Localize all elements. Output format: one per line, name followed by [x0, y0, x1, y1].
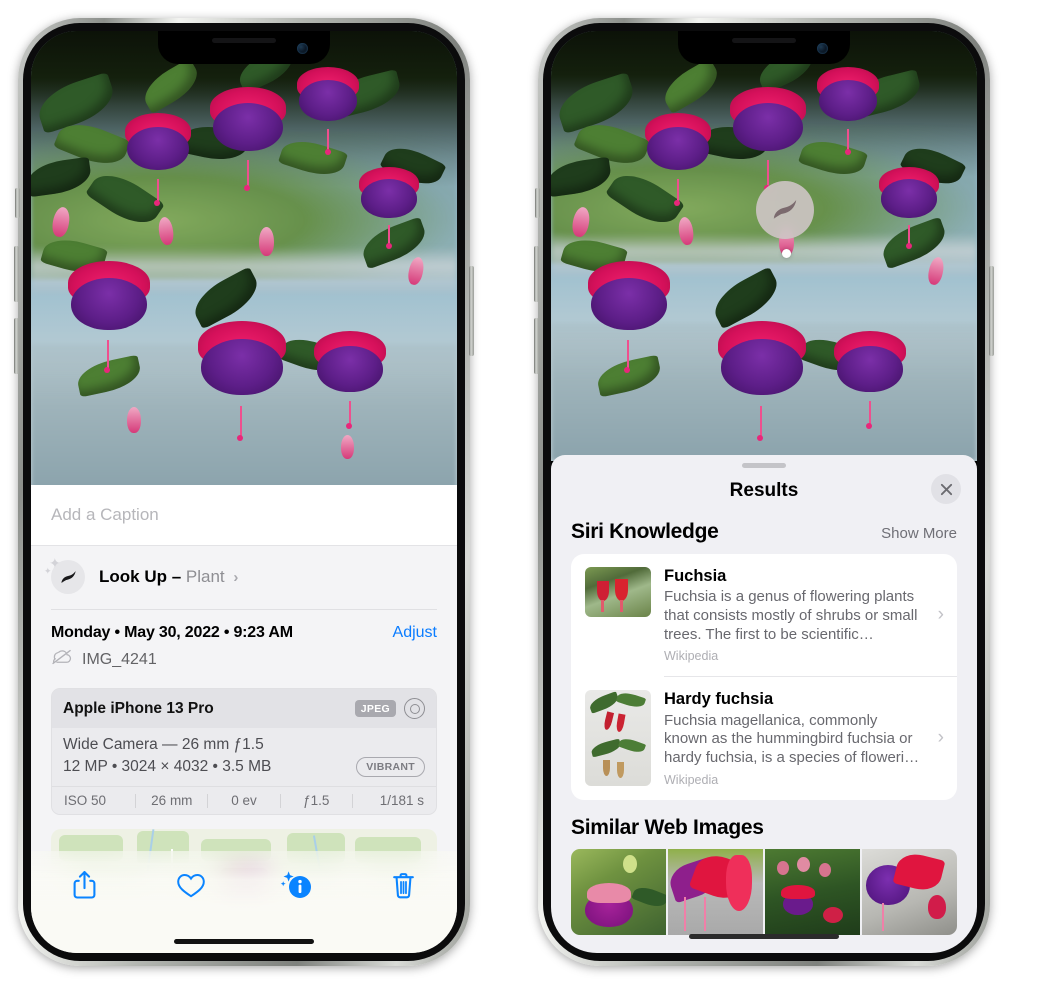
power-button[interactable] — [989, 266, 994, 356]
chevron-right-icon: › — [937, 727, 944, 749]
visual-lookup-results-sheet: Results Siri Knowledge Show More Fuchsia… — [551, 455, 977, 953]
home-indicator[interactable] — [689, 934, 839, 939]
phone-screen-left: Add a Caption ✦ ✦ Look Up – Plant › Mond… — [31, 31, 457, 953]
close-icon — [940, 483, 952, 495]
earpiece-speaker — [212, 38, 276, 43]
phone-right: Results Siri Knowledge Show More Fuchsia… — [534, 18, 994, 966]
exif-card[interactable]: Apple iPhone 13 Pro JPEG Wide Camera — 2… — [51, 688, 437, 815]
web-image-2[interactable] — [668, 848, 763, 935]
knowledge-title: Fuchsia — [664, 567, 727, 585]
knowledge-card: Fuchsia Fuchsia is a genus of flowering … — [571, 554, 957, 800]
knowledge-thumbnail — [585, 567, 651, 617]
knowledge-description: Fuchsia is a genus of flowering plants t… — [664, 588, 918, 643]
leaf-badge-icon[interactable] — [756, 181, 814, 239]
mute-switch[interactable] — [15, 188, 20, 218]
list-item[interactable]: Hardy fuchsia Fuchsia magellanica, commo… — [571, 677, 957, 799]
phone-left: Add a Caption ✦ ✦ Look Up – Plant › Mond… — [14, 18, 474, 966]
power-button[interactable] — [469, 266, 474, 356]
exif-stats-row: ISO 50 26 mm 0 ev ƒ1.5 1/181 s — [52, 786, 436, 814]
home-indicator[interactable] — [174, 939, 314, 944]
volume-down-button[interactable] — [534, 318, 539, 374]
chevron-right-icon: › — [233, 569, 239, 586]
leaf-badge-anchor-dot — [782, 249, 791, 258]
style-badge: VIBRANT — [356, 757, 425, 777]
web-image-3[interactable] — [765, 848, 860, 935]
adjust-button[interactable]: Adjust — [393, 624, 437, 642]
mute-switch[interactable] — [535, 188, 540, 218]
list-item[interactable]: Fuchsia Fuchsia is a genus of flowering … — [571, 554, 957, 676]
exif-lens-line: Wide Camera — 26 mm ƒ1.5 — [63, 736, 264, 753]
photo-filename: IMG_4241 — [82, 650, 157, 668]
knowledge-source: Wikipedia — [664, 649, 719, 664]
exif-stat-iso: ISO 50 — [64, 793, 107, 808]
siri-knowledge-title: Siri Knowledge — [571, 520, 719, 543]
photo-info-sheet: Add a Caption ✦ ✦ Look Up – Plant › Mond… — [31, 485, 457, 953]
volume-up-button[interactable] — [534, 246, 539, 302]
show-more-button[interactable]: Show More — [881, 525, 957, 542]
lens-icon — [404, 698, 425, 719]
sparkle-small-icon: ✦ — [44, 566, 52, 576]
volume-down-button[interactable] — [14, 318, 19, 374]
exif-stat-focal: 26 mm — [151, 793, 193, 808]
earpiece-speaker — [732, 38, 796, 43]
icloud-slash-icon — [51, 649, 73, 670]
favorite-button[interactable] — [165, 865, 217, 905]
chevron-right-icon: › — [937, 604, 944, 626]
close-button[interactable] — [931, 474, 961, 504]
results-title: Results — [729, 480, 799, 501]
front-camera-icon — [297, 43, 308, 54]
front-camera-icon — [817, 43, 828, 54]
lookup-row[interactable]: ✦ ✦ Look Up – Plant › — [31, 546, 457, 609]
device-notch — [678, 31, 850, 64]
web-image-4[interactable] — [862, 848, 957, 935]
delete-button[interactable] — [378, 865, 430, 905]
exif-stat-aperture: ƒ1.5 — [303, 793, 330, 808]
caption-input[interactable]: Add a Caption — [31, 485, 457, 546]
knowledge-thumbnail — [585, 690, 651, 787]
exif-size-line: 12 MP • 3024 × 4032 • 3.5 MB — [63, 758, 272, 775]
phone-screen-right: Results Siri Knowledge Show More Fuchsia… — [551, 31, 977, 953]
screenshot-canvas: Add a Caption ✦ ✦ Look Up – Plant › Mond… — [0, 0, 1055, 985]
photo-toolbar — [31, 851, 457, 953]
knowledge-description: Fuchsia magellanica, commonly known as t… — [664, 711, 920, 766]
web-image-1[interactable] — [571, 848, 666, 935]
volume-up-button[interactable] — [14, 246, 19, 302]
lookup-label: Look Up – Plant › — [99, 567, 238, 587]
photo-viewer[interactable] — [551, 31, 977, 461]
photo-viewer[interactable] — [31, 31, 457, 491]
device-notch — [158, 31, 330, 64]
lookup-title: Look Up – — [99, 567, 182, 586]
similar-web-images-title: Similar Web Images — [571, 815, 764, 839]
photo-date: Monday • May 30, 2022 • 9:23 AM — [51, 624, 293, 641]
knowledge-source: Wikipedia — [664, 772, 719, 787]
similar-web-images-strip[interactable] — [551, 848, 977, 935]
exif-device: Apple iPhone 13 Pro — [63, 699, 214, 717]
share-button[interactable] — [58, 865, 110, 905]
photo-metadata: Monday • May 30, 2022 • 9:23 AM Adjust I… — [31, 610, 457, 676]
results-header: Results — [551, 468, 977, 514]
exif-stat-ev: 0 ev — [231, 793, 257, 808]
lookup-subject: Plant — [185, 567, 225, 586]
info-button[interactable] — [271, 865, 323, 905]
siri-knowledge-header: Siri Knowledge Show More — [551, 514, 977, 554]
similar-web-images-header: Similar Web Images — [551, 800, 977, 849]
format-badge: JPEG — [354, 700, 396, 717]
knowledge-title: Hardy fuchsia — [664, 690, 774, 709]
exif-stat-shutter: 1/181 s — [379, 793, 425, 808]
leaf-icon: ✦ ✦ — [44, 556, 85, 594]
